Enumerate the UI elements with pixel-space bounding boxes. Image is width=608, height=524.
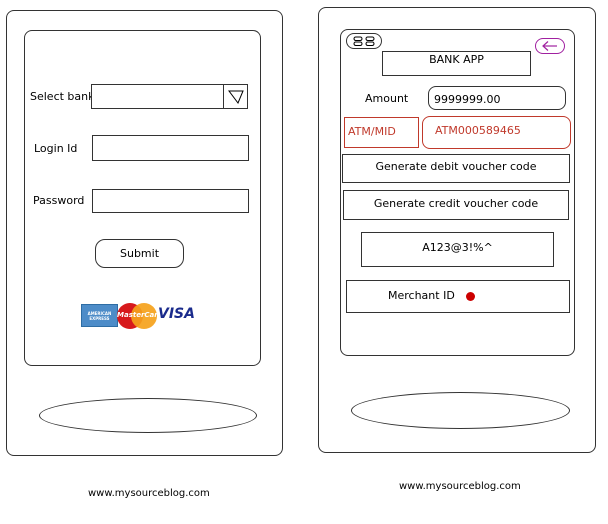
amount-value: 9999999.00 xyxy=(434,93,501,106)
merchant-id-label: Merchant ID xyxy=(388,289,455,302)
mastercard-logo: MasterCard xyxy=(117,303,163,329)
amex-card-logo: AMERICAN EXPRESS xyxy=(81,304,118,327)
dropdown-arrow-button[interactable] xyxy=(223,85,247,108)
atm-mid-value: ATM000589465 xyxy=(435,124,521,137)
submit-button[interactable]: Submit xyxy=(95,239,184,268)
generate-credit-voucher-label: Generate credit voucher code xyxy=(373,196,539,210)
left-footer-url: www.mysourceblog.com xyxy=(88,488,210,499)
password-input[interactable] xyxy=(92,189,249,213)
generate-credit-voucher-button[interactable]: Generate credit voucher code xyxy=(343,190,569,220)
back-arrow-icon xyxy=(542,41,557,51)
merchant-status-dot-icon xyxy=(466,292,475,301)
visa-logo: VISA xyxy=(158,306,195,322)
mastercard-logo-text: MasterCard xyxy=(117,311,163,319)
atm-mid-input[interactable]: ATM000589465 xyxy=(422,116,571,149)
menu-button[interactable] xyxy=(346,33,382,49)
merchant-id-row: Merchant ID xyxy=(346,280,570,313)
right-footer-url: www.mysourceblog.com xyxy=(399,481,521,492)
generate-debit-voucher-label: Generate debit voucher code xyxy=(375,160,537,173)
submit-button-label: Submit xyxy=(119,247,160,260)
bank-home-button[interactable] xyxy=(351,392,570,429)
password-label: Password xyxy=(33,194,85,207)
select-bank-dropdown[interactable] xyxy=(91,84,248,109)
back-button[interactable] xyxy=(535,38,565,54)
app-title: BANK APP xyxy=(429,53,484,66)
chevron-down-icon xyxy=(227,90,244,104)
login-home-button[interactable] xyxy=(39,398,257,433)
login-id-label: Login Id xyxy=(34,142,78,155)
amount-label: Amount xyxy=(365,92,409,105)
menu-icon xyxy=(353,36,375,46)
atm-mid-label: ATM/MID xyxy=(348,125,396,138)
voucher-code-display: A123@3!%^ xyxy=(361,232,554,267)
amex-logo-text: AMERICAN EXPRESS xyxy=(87,310,112,321)
amount-input[interactable]: 9999999.00 xyxy=(428,86,566,110)
generate-debit-voucher-button[interactable]: Generate debit voucher code xyxy=(342,154,570,183)
voucher-code: A123@3!%^ xyxy=(422,241,493,254)
app-title-box: BANK APP xyxy=(382,51,531,76)
select-bank-label: Select bank xyxy=(30,90,95,103)
login-id-input[interactable] xyxy=(92,135,249,161)
atm-mid-label-box: ATM/MID xyxy=(344,117,419,148)
